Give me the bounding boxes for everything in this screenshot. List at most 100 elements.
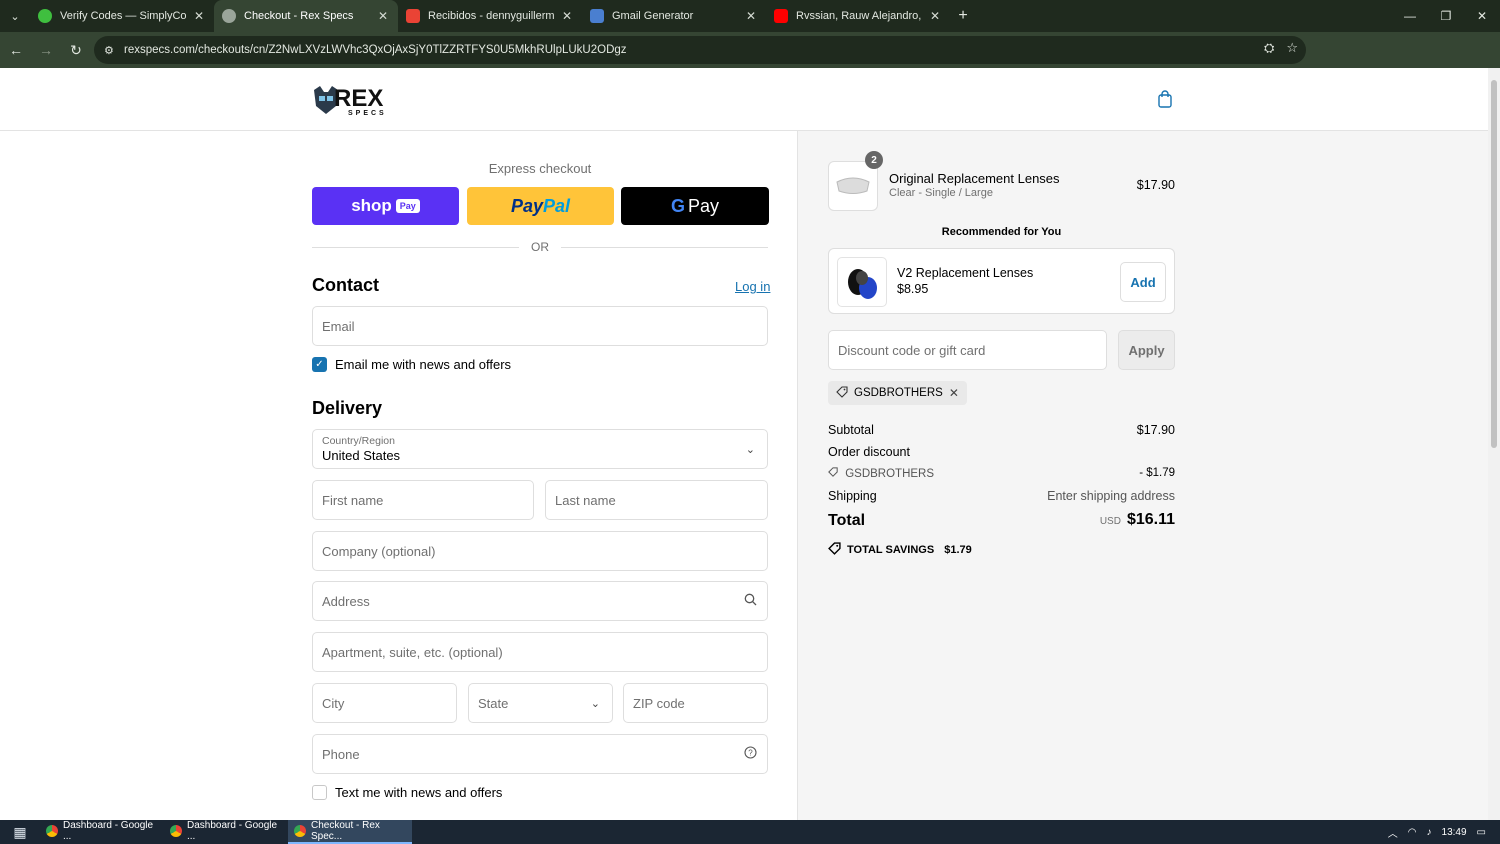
svg-text:REX: REX [334, 85, 383, 112]
recommended-product-price: $8.95 [897, 282, 929, 296]
recommended-product-image [837, 257, 887, 307]
discount-code-input[interactable]: Discount code or gift card [828, 330, 1107, 370]
tab-checkout-rex-specs[interactable]: Checkout - Rex Specs ✕ [214, 0, 398, 32]
help-question-icon[interactable]: ? [744, 746, 757, 762]
simplycodes-favicon-icon [38, 9, 52, 23]
google-pay-button[interactable]: G Pay [621, 187, 769, 225]
new-tab-button[interactable]: + [950, 7, 976, 25]
taskbar-item-checkout[interactable]: Checkout - Rex Spec... [288, 820, 412, 844]
checkout-form-column: Express checkout shop Pay Pay Pal G Pay OR… [0, 131, 797, 820]
rex-specs-logo[interactable]: REX SPECS [312, 82, 392, 118]
chevron-down-icon: ⌄ [590, 698, 600, 710]
shop-pay-button[interactable]: shop Pay [312, 187, 459, 225]
chrome-icon [294, 825, 306, 837]
gmail-generator-favicon-icon [590, 9, 604, 23]
or-divider: OR [312, 239, 768, 255]
shopping-bag-icon[interactable] [1157, 90, 1173, 108]
discount-code-row: GSDBROTHERS - $1.79 [828, 467, 1175, 480]
state-select[interactable]: State ⌄ [468, 683, 613, 723]
reload-icon[interactable]: ↻ [62, 36, 90, 64]
windows-taskbar: ▦ Dashboard - Google ... Dashboard - Goo… [0, 820, 1500, 844]
tab-search-button[interactable]: ⌄ [0, 0, 30, 32]
recommended-product-name: V2 Replacement Lenses [897, 266, 1034, 280]
close-tab-icon[interactable]: ✕ [744, 9, 758, 23]
email-optin-checkbox[interactable]: ✓ [312, 357, 327, 372]
recommended-product-card: V2 Replacement Lenses $8.95 Add [828, 248, 1175, 314]
back-arrow-icon[interactable]: ← [2, 36, 30, 64]
translate-icon[interactable]: ⛭ [1264, 40, 1274, 56]
url-text[interactable]: rexspecs.com/checkouts/cn/Z2NwLXVzLWVhc3… [124, 44, 627, 56]
tray-chevron-up-icon[interactable]: ︿ [1388, 825, 1398, 840]
svg-text:?: ? [748, 749, 753, 758]
total-label: Total [828, 512, 866, 529]
total-savings: TOTAL SAVINGS $1.79 [828, 542, 972, 558]
close-tab-icon[interactable]: ✕ [560, 9, 574, 23]
total-amount: USD $16.11 [1099, 511, 1175, 528]
zip-code-field[interactable]: ZIP code [623, 683, 768, 723]
contact-heading: Contact [312, 275, 379, 295]
tag-icon [836, 385, 848, 401]
chrome-icon [170, 825, 182, 837]
order-summary-column: 2 Original Replacement Lenses Clear - Si… [797, 131, 1488, 820]
last-name-field[interactable]: Last name [545, 480, 768, 520]
express-checkout-label: Express checkout [488, 161, 592, 176]
address-field[interactable]: Address [312, 581, 768, 621]
company-field[interactable]: Company (optional) [312, 531, 768, 571]
globe-favicon-icon [222, 9, 236, 23]
minimize-icon[interactable]: — [1392, 0, 1428, 32]
order-discount-row: Order discount [828, 445, 910, 459]
address-bar[interactable]: ⚙ rexspecs.com/checkouts/cn/Z2NwLXVzLWVh… [94, 36, 1306, 64]
applied-discount-chip: GSDBROTHERS ✕ [828, 381, 967, 405]
add-recommended-button[interactable]: Add [1120, 262, 1166, 302]
remove-discount-icon[interactable]: ✕ [949, 386, 959, 400]
notifications-icon[interactable]: ▭ [1477, 827, 1486, 838]
apply-discount-button[interactable]: Apply [1118, 330, 1175, 370]
gmail-favicon-icon [406, 9, 420, 23]
tag-icon [828, 467, 841, 480]
product-price: $17.90 [1136, 178, 1175, 192]
paypal-button[interactable]: Pay Pal [467, 187, 614, 225]
bookmark-star-icon[interactable]: ☆ [1286, 40, 1298, 56]
browser-toolbar: ← → ↻ ⚙ rexspecs.com/checkouts/cn/Z2NwLX… [0, 32, 1500, 92]
youtube-favicon-icon [774, 9, 788, 23]
close-tab-icon[interactable]: ✕ [928, 9, 942, 23]
site-info-icon[interactable]: ⚙ [104, 44, 120, 57]
start-grid-icon[interactable]: ▦ [0, 820, 40, 844]
city-field[interactable]: City [312, 683, 457, 723]
tab-verify-codes[interactable]: Verify Codes — SimplyCodes ✕ [30, 0, 214, 32]
google-g-icon: G [670, 195, 685, 216]
delivery-heading: Delivery [312, 398, 383, 418]
sms-optin-checkbox-row[interactable]: Text me with news and offers [312, 785, 502, 800]
close-tab-icon[interactable]: ✕ [192, 9, 206, 23]
tab-gmail-inbox[interactable]: Recibidos - dennyguillermo34@ ✕ [398, 0, 582, 32]
log-in-link[interactable]: Log in [735, 279, 770, 294]
restore-icon[interactable]: ❐ [1428, 0, 1464, 32]
country-select[interactable]: Country/Region United States ⌄ [312, 429, 768, 469]
close-tab-icon[interactable]: ✕ [376, 9, 390, 23]
product-variant: Clear - Single / Large [889, 187, 993, 199]
scrollbar-thumb[interactable] [1491, 80, 1497, 448]
taskbar-item-dashboard-2[interactable]: Dashboard - Google ... [164, 820, 288, 844]
first-name-field[interactable]: First name [312, 480, 534, 520]
clock[interactable]: 13:49 [1442, 827, 1467, 838]
sms-optin-checkbox[interactable] [312, 785, 327, 800]
apartment-field[interactable]: Apartment, suite, etc. (optional) [312, 632, 768, 672]
phone-field[interactable]: Phone ? [312, 734, 768, 774]
store-header: REX SPECS [0, 68, 1488, 131]
forward-arrow-icon[interactable]: → [32, 36, 60, 64]
svg-text:SPECS: SPECS [348, 110, 387, 117]
chevron-down-icon: ⌄ [745, 444, 755, 456]
product-name: Original Replacement Lenses [889, 171, 1060, 186]
recommended-heading: Recommended for You [941, 226, 1062, 238]
close-window-icon[interactable]: ✕ [1464, 0, 1500, 32]
page-scrollbar[interactable] [1488, 68, 1500, 820]
email-field[interactable]: Email [312, 306, 768, 346]
tab-youtube[interactable]: Rvssian, Rauw Alejandro, Ayra S ✕ [766, 0, 950, 32]
taskbar-item-dashboard-1[interactable]: Dashboard - Google ... [40, 820, 164, 844]
quantity-badge: 2 [865, 151, 883, 169]
email-optin-checkbox-row[interactable]: ✓ Email me with news and offers [312, 357, 511, 372]
wifi-icon[interactable]: ◠ [1408, 827, 1417, 838]
volume-icon[interactable]: ♪ [1427, 827, 1432, 838]
tab-gmail-generator[interactable]: Gmail Generator ✕ [582, 0, 766, 32]
window-controls: — ❐ ✕ [1392, 0, 1500, 32]
